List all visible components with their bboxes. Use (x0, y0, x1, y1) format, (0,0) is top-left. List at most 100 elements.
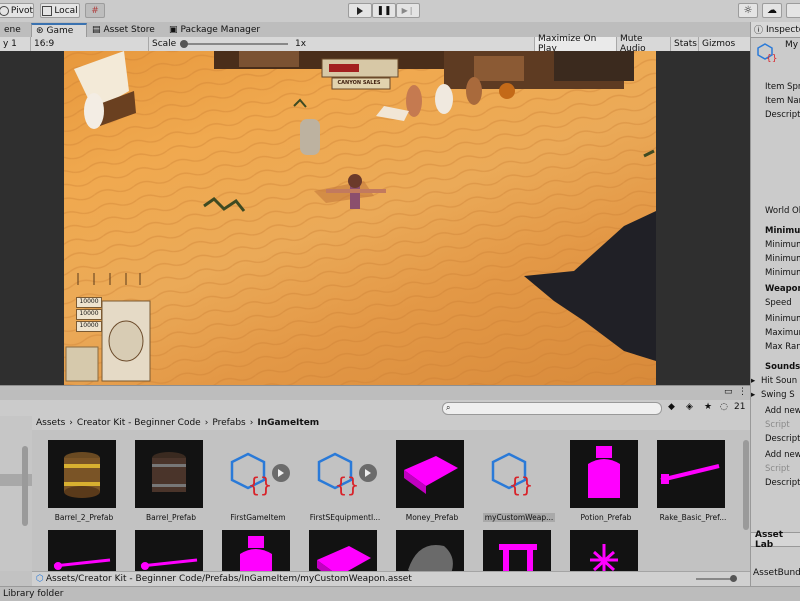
gizmos-dropdown[interactable]: Gizmos (698, 37, 750, 51)
status-bar: Library folder (0, 586, 800, 601)
breadcrumb-separator-icon: › (204, 418, 209, 428)
local-icon (42, 5, 53, 16)
cloud-icon: ☁ (767, 5, 777, 16)
mute-audio-toggle[interactable]: Mute Audio (616, 34, 670, 54)
breadcrumb-separator-icon: › (249, 418, 254, 428)
breadcrumb-creator-kit[interactable]: Creator Kit - Beginner Code (77, 418, 201, 428)
local-toggle[interactable]: Local (40, 3, 80, 18)
asset-item[interactable] (483, 530, 555, 571)
asset-item[interactable]: Potion_Prefab (570, 440, 642, 522)
project-folder-tree[interactable] (0, 416, 33, 571)
asset-item[interactable] (135, 530, 207, 571)
asset-item[interactable] (309, 530, 381, 571)
inspector-field-label: Script (765, 464, 790, 474)
asset-label: FirstSEquipmentI... (309, 513, 381, 522)
account-button[interactable] (786, 3, 800, 18)
breadcrumb: Assets › Creator Kit - Beginner Code › P… (32, 416, 750, 431)
game-viewport[interactable]: CANYON SALES 10000 10000 10000 (64, 51, 656, 385)
asset-item[interactable] (48, 530, 120, 571)
asset-grid-scrollbar[interactable] (742, 430, 750, 571)
breadcrumb-prefabs[interactable]: Prefabs (212, 418, 245, 428)
inspector-field-label: Speed (765, 298, 792, 308)
asset-label: FirstGameItem (230, 513, 286, 522)
search-icon: ⌕ (446, 403, 451, 412)
asset-grid: Barrel_2_Prefab Barrel_Prefab {} FirstGameI… (32, 430, 742, 571)
project-search-input[interactable]: ⌕ (442, 402, 662, 415)
inspector-panel: ⓘ Inspecto {} My Item Spri Item Nam Descri… (750, 22, 800, 600)
display-label: y 1 (3, 39, 17, 49)
menu-icon[interactable]: ⋮ (738, 387, 747, 397)
tab-game[interactable]: ⊛ Game (31, 23, 87, 37)
asset-item[interactable] (396, 530, 468, 571)
tab-scene[interactable]: ene (0, 23, 30, 37)
asset-item[interactable]: Rake_Basic_Pref... (657, 440, 729, 522)
asset-item[interactable] (222, 530, 294, 571)
status-text: Library folder (3, 589, 64, 599)
inspector-field-label: Item Nam (765, 96, 800, 106)
expand-arrow-icon[interactable] (272, 464, 290, 482)
asset-item[interactable]: {} FirstGameItem (222, 440, 294, 522)
foldout-arrow-icon[interactable]: ▸ (751, 376, 755, 386)
tab-package-manager[interactable]: ▣ Package Manager (165, 23, 265, 37)
project-search-bar: ⌕ ◆ ◈ ★ ◌ 21 (0, 400, 750, 417)
aspect-dropdown[interactable]: 16:9 (30, 37, 148, 51)
asset-item[interactable]: {} myCustomWeap... (483, 440, 555, 522)
sun-icon: ☼ (743, 5, 753, 16)
expand-arrow-icon[interactable] (359, 464, 377, 482)
collab-button[interactable]: ☼ (738, 3, 758, 18)
grid-snap-button[interactable]: # (85, 3, 105, 18)
asset-bundle-label: AssetBundl (753, 568, 800, 578)
filter-label-icon[interactable]: ◈ (686, 402, 693, 412)
inspector-field-label: Weapon (765, 284, 800, 294)
package-icon: ▣ (169, 25, 178, 35)
display-dropdown[interactable]: y 1 (0, 37, 30, 51)
inspector-field-label: Minimum (765, 268, 800, 278)
pivot-icon (0, 5, 9, 16)
pause-button[interactable]: ❚❚ (372, 3, 396, 18)
hidden-packages-icon[interactable]: ◌ (720, 402, 728, 412)
card-value-3: 10000 (76, 321, 102, 332)
asset-item[interactable]: Money_Prefab (396, 440, 468, 522)
asset-label: Barrel_Prefab (146, 513, 196, 522)
inspector-field-label: Maximum (765, 328, 800, 338)
breadcrumb-assets[interactable]: Assets (36, 418, 65, 428)
tab-inspector[interactable]: ⓘ Inspecto (751, 22, 800, 38)
scale-slider-handle[interactable] (180, 40, 188, 48)
pivot-toggle[interactable]: Pivot (0, 3, 34, 18)
play-button[interactable] (348, 3, 372, 18)
cloud-button[interactable]: ☁ (762, 3, 782, 18)
favorite-star-icon[interactable]: ★ (704, 402, 712, 412)
asset-thumbnail (570, 530, 638, 571)
svg-text:{}: {} (335, 473, 359, 497)
svg-text:{}: {} (766, 54, 777, 62)
inspector-field-label: World Ob (765, 206, 800, 216)
asset-item[interactable]: Barrel_Prefab (135, 440, 207, 522)
tab-asset-store[interactable]: ▤ Asset Store (88, 23, 164, 37)
asset-item[interactable] (570, 530, 642, 571)
maximize-on-play-toggle[interactable]: Maximize On Play (534, 34, 616, 54)
asset-thumbnail (135, 440, 203, 508)
stone-pillar (300, 119, 320, 155)
step-button[interactable]: ▶❘ (396, 3, 420, 18)
asset-thumbnail (48, 530, 116, 571)
breadcrumb-ingameitem[interactable]: InGameItem (257, 418, 319, 428)
asset-thumbnail (48, 440, 116, 508)
step-icon: ▶❘ (401, 6, 415, 15)
asset-item[interactable]: Barrel_2_Prefab (48, 440, 120, 522)
canyon-sign-text: CANYON SALES (337, 80, 381, 86)
svg-text:{}: {} (509, 473, 533, 497)
pause-icon: ❚❚ (376, 5, 392, 16)
stats-toggle[interactable]: Stats (670, 37, 698, 51)
scale-slider-track[interactable] (180, 43, 288, 45)
asset-labels-header[interactable]: Asset Lab (751, 530, 800, 550)
asset-path-bar: ⬡ Assets/Creator Kit - Beginner Code/Pre… (32, 571, 750, 586)
thumbnail-size-handle[interactable] (730, 575, 737, 582)
tree-scrollbar[interactable] (22, 446, 28, 526)
lock-icon[interactable]: ▭ (724, 387, 733, 397)
asset-label: Rake_Basic_Pref... (659, 513, 727, 522)
info-icon: ⓘ (754, 26, 764, 36)
filter-type-icon[interactable]: ◆ (668, 402, 675, 412)
asset-item[interactable]: {} FirstSEquipmentI... (309, 440, 381, 522)
asset-grid-scroll-thumb[interactable] (743, 440, 749, 530)
foldout-arrow-icon[interactable]: ▸ (751, 390, 755, 400)
